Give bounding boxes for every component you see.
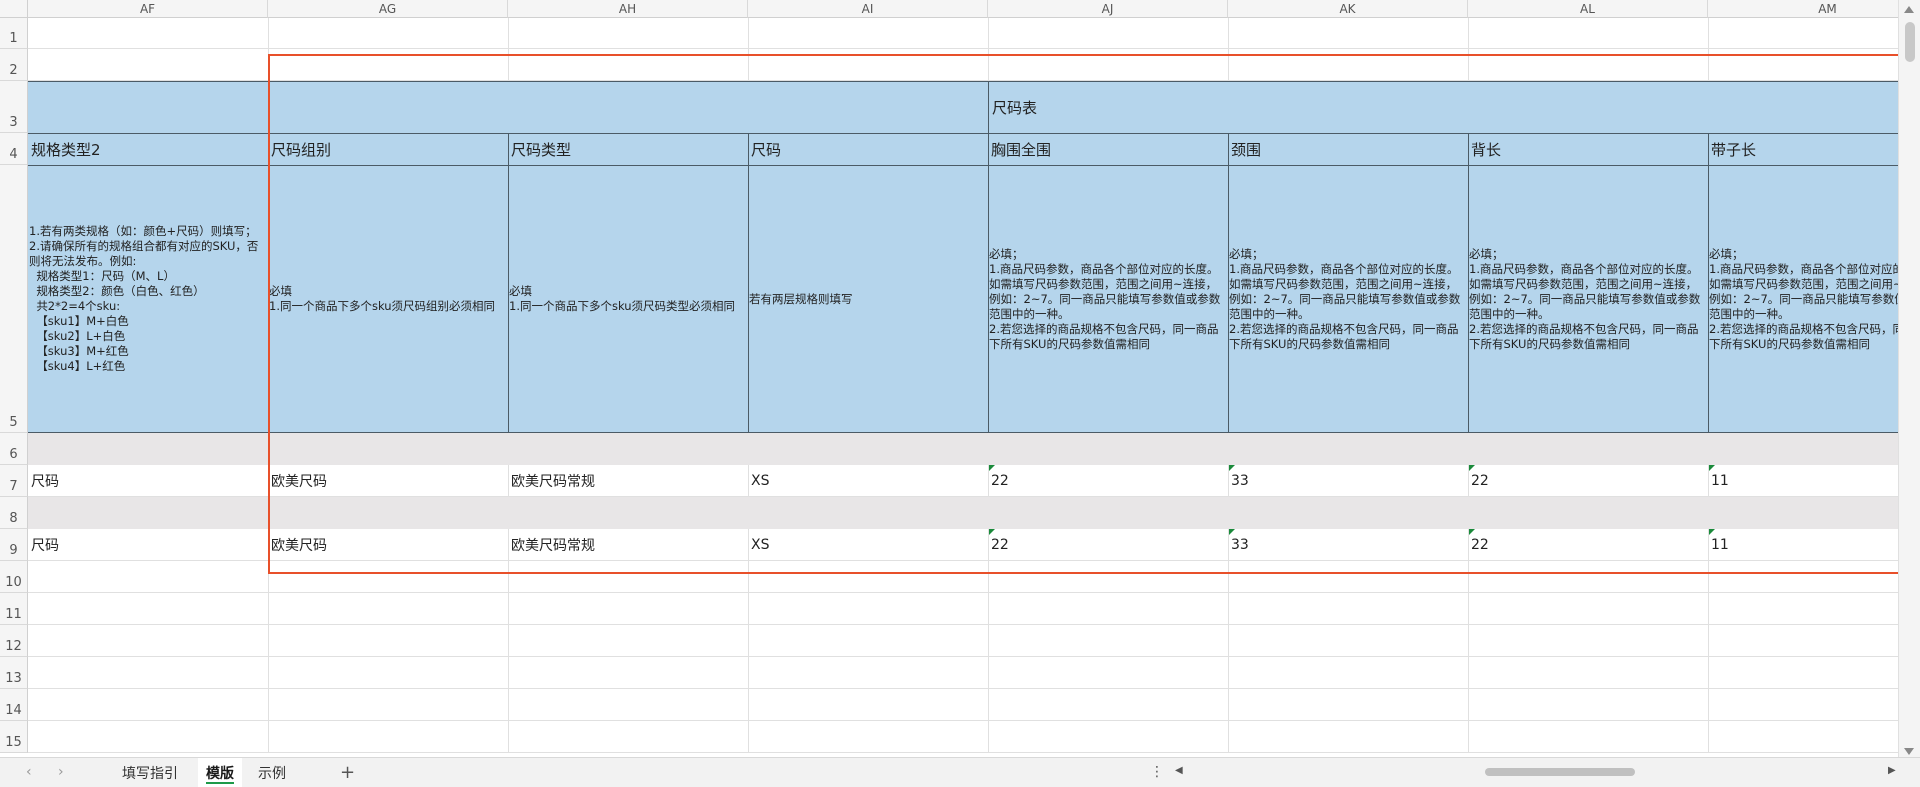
row-header-13[interactable]: 13: [0, 657, 28, 689]
spacer-row-6: [28, 433, 1898, 465]
column-header-am[interactable]: AM: [1708, 0, 1920, 18]
field-description-ai[interactable]: 若有两层规格则填写: [748, 166, 988, 432]
number-stored-as-text-icon: [1709, 529, 1715, 535]
select-all-corner[interactable]: [0, 0, 28, 18]
field-header-aj[interactable]: 胸围全围: [988, 134, 1228, 165]
row-header-10[interactable]: 10: [0, 561, 28, 593]
vertical-scroll-thumb[interactable]: [1905, 22, 1915, 62]
more-menu-icon[interactable]: ⋮: [1150, 764, 1164, 780]
data-cell-af-7[interactable]: 尺码: [28, 465, 268, 497]
field-description-ak[interactable]: 必填； 1.商品尺码参数，商品各个部位对应的长度。如需填写尺码参数范围，范围之间…: [1228, 166, 1468, 432]
data-cell-aj-7[interactable]: 22: [988, 465, 1228, 497]
scroll-down-icon[interactable]: [1904, 748, 1914, 755]
row-header-7[interactable]: 7: [0, 465, 28, 497]
field-header-ah[interactable]: 尺码类型: [508, 134, 748, 165]
data-cell-ah-9[interactable]: 欧美尺码常规: [508, 529, 748, 561]
column-header-al[interactable]: AL: [1468, 0, 1708, 18]
grid-hline: [28, 624, 1898, 625]
data-cell-aj-9[interactable]: 22: [988, 529, 1228, 561]
field-header-ai[interactable]: 尺码: [748, 134, 988, 165]
number-stored-as-text-icon: [1469, 529, 1475, 535]
scroll-up-icon[interactable]: [1904, 6, 1914, 13]
spreadsheet: AF AG AH AI AJ AK AL AM 1 2 3 4 5 6 7 8 9 10 11 12 13 14 15 尺…: [0, 0, 1920, 787]
grid-hline: [28, 656, 1898, 657]
field-header-am[interactable]: 带子长: [1708, 134, 1920, 165]
data-cell-ah-7[interactable]: 欧美尺码常规: [508, 465, 748, 497]
next-sheet-icon[interactable]: ›: [58, 764, 64, 780]
column-header-ah[interactable]: AH: [508, 0, 748, 18]
number-stored-as-text-icon: [989, 529, 995, 535]
grid-hline: [28, 48, 1898, 49]
field-description-ag[interactable]: 必填 1.同一个商品下多个sku须尺码组别必须相同: [268, 166, 508, 432]
field-description-aj[interactable]: 必填； 1.商品尺码参数，商品各个部位对应的长度。如需填写尺码参数范围，范围之间…: [988, 166, 1228, 432]
hscroll-left-icon[interactable]: ◀: [1175, 765, 1183, 776]
data-cell-ai-7[interactable]: XS: [748, 465, 988, 497]
row-header-4[interactable]: 4: [0, 133, 28, 165]
hscroll-right-icon[interactable]: ▶: [1888, 765, 1896, 776]
number-stored-as-text-icon: [989, 465, 995, 471]
column-header-ag[interactable]: AG: [268, 0, 508, 18]
field-header-ag[interactable]: 尺码组别: [268, 134, 508, 165]
row-header-2[interactable]: 2: [0, 49, 28, 81]
column-header-af[interactable]: AF: [28, 0, 268, 18]
data-cell-ak-9[interactable]: 33: [1228, 529, 1468, 561]
row-header-6[interactable]: 6: [0, 433, 28, 465]
horizontal-scrollbar[interactable]: [1195, 768, 1885, 776]
sheet-tab-0[interactable]: 填写指引: [110, 758, 190, 787]
border-bottom: [28, 432, 1898, 433]
row-header-3[interactable]: 3: [0, 81, 28, 133]
data-cell-am-7[interactable]: 11: [1708, 465, 1920, 497]
row-header-11[interactable]: 11: [0, 593, 28, 625]
data-cell-ak-7[interactable]: 33: [1228, 465, 1468, 497]
sheet-tab-2[interactable]: 示例: [248, 758, 296, 787]
border-top: [28, 81, 1898, 82]
add-sheet-button[interactable]: +: [340, 762, 355, 783]
spacer-row-8: [28, 497, 1898, 529]
grid-hline: [28, 720, 1898, 721]
field-description-am[interactable]: 必填； 1.商品尺码参数，商品各个部位对应的长度。如需填写尺码参数范围，范围之间…: [1708, 166, 1920, 432]
horizontal-scroll-thumb[interactable]: [1485, 768, 1635, 776]
number-stored-as-text-icon: [1709, 465, 1715, 471]
row-header-5[interactable]: 5: [0, 165, 28, 433]
sheet-tab-bar: ‹ › 填写指引 模版 示例 + ⋮ ◀ ▶: [0, 757, 1920, 787]
data-cell-al-7[interactable]: 22: [1468, 465, 1708, 497]
grid-hline: [28, 688, 1898, 689]
row-header-14[interactable]: 14: [0, 689, 28, 721]
row-header-8[interactable]: 8: [0, 497, 28, 529]
number-stored-as-text-icon: [1229, 465, 1235, 471]
field-header-al[interactable]: 背长: [1468, 134, 1708, 165]
field-description-ah[interactable]: 必填 1.同一个商品下多个sku须尺码类型必须相同: [508, 166, 748, 432]
column-header-ak[interactable]: AK: [1228, 0, 1468, 18]
prev-sheet-icon[interactable]: ‹: [26, 764, 32, 780]
field-description-al[interactable]: 必填； 1.商品尺码参数，商品各个部位对应的长度。如需填写尺码参数范围，范围之间…: [1468, 166, 1708, 432]
field-header-ak[interactable]: 颈围: [1228, 134, 1468, 165]
data-cell-am-9[interactable]: 11: [1708, 529, 1920, 561]
data-cell-ag-7[interactable]: 欧美尺码: [268, 465, 508, 497]
grid-hline: [28, 592, 1898, 593]
column-header-aj[interactable]: AJ: [988, 0, 1228, 18]
data-cell-af-9[interactable]: 尺码: [28, 529, 268, 561]
row-header-9[interactable]: 9: [0, 529, 28, 561]
number-stored-as-text-icon: [1229, 529, 1235, 535]
row-header-1[interactable]: 1: [0, 18, 28, 49]
row-header-12[interactable]: 12: [0, 625, 28, 657]
data-cell-ag-9[interactable]: 欧美尺码: [268, 529, 508, 561]
sheet-tab-1[interactable]: 模版: [198, 758, 242, 787]
column-header-ai[interactable]: AI: [748, 0, 988, 18]
row-header-15[interactable]: 15: [0, 721, 28, 753]
data-cell-al-9[interactable]: 22: [1468, 529, 1708, 561]
field-header-af[interactable]: 规格类型2: [28, 134, 268, 165]
field-description-af[interactable]: 1.若有两类规格（如：颜色+尺码）则填写； 2.请确保所有的规格组合都有对应的S…: [28, 166, 268, 432]
data-cell-ai-9[interactable]: XS: [748, 529, 988, 561]
number-stored-as-text-icon: [1469, 465, 1475, 471]
grid-hline: [28, 752, 1898, 753]
size-table-title[interactable]: 尺码表: [989, 81, 1229, 133]
vertical-scrollbar[interactable]: [1898, 0, 1920, 760]
